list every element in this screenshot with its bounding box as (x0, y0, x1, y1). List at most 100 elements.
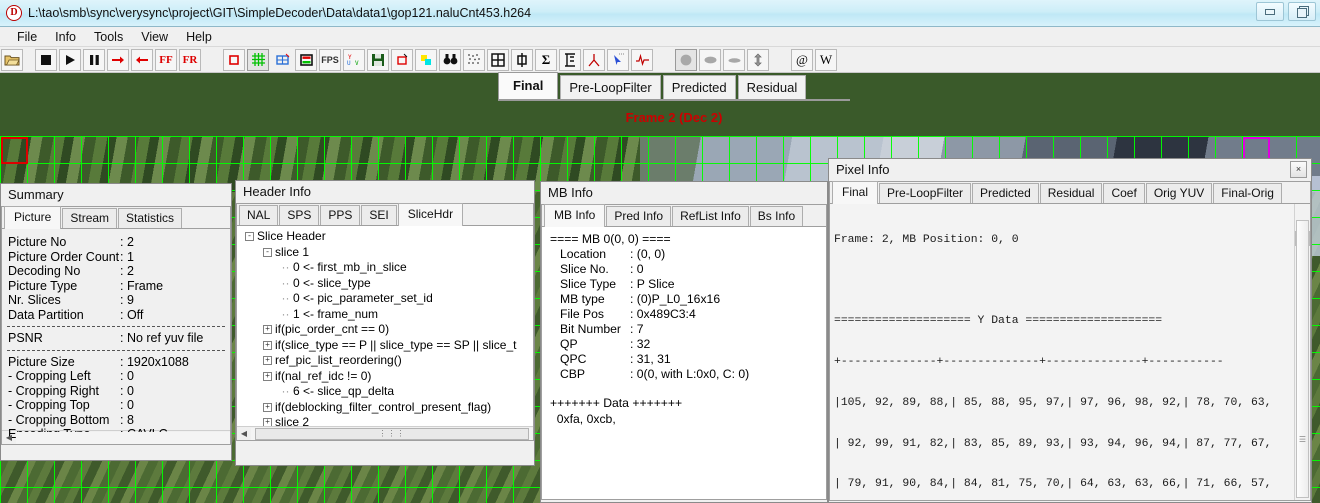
grid-table-icon[interactable] (487, 48, 509, 71)
pixel-info-content[interactable]: Frame: 2, MB Position: 0, 0 ============… (830, 204, 1310, 500)
tab-predicted[interactable]: Predicted (972, 183, 1039, 203)
tab-sps[interactable]: SPS (279, 205, 320, 225)
scroll-track[interactable]: ⋮⋮⋮ (251, 427, 533, 440)
selected-macroblock[interactable] (1, 137, 28, 164)
tree-node[interactable]: + if(nal_ref_idc != 0) (241, 369, 533, 385)
pointer-icon[interactable] (607, 48, 629, 71)
noise-dots-icon[interactable] (463, 48, 485, 71)
waveform-icon[interactable] (631, 48, 653, 71)
fast-reverse-icon[interactable]: FR (179, 48, 201, 71)
tab-pre-loopfilter[interactable]: Pre-LoopFilter (879, 183, 972, 203)
tree-expander-icon[interactable]: + (263, 402, 272, 412)
menu-item-file[interactable]: File (8, 29, 46, 45)
tab-statistics[interactable]: Statistics (118, 208, 183, 228)
restore-button[interactable] (1288, 2, 1316, 21)
tree-node[interactable]: + if(deblocking_filter_control_present_fl… (241, 400, 533, 416)
partition-icon[interactable] (271, 49, 293, 71)
matrix-icon[interactable] (559, 48, 581, 71)
tree-node[interactable]: ·· 0 <- slice_type (241, 276, 533, 292)
view-tab-pre-loopfilter[interactable]: Pre-LoopFilter (560, 75, 661, 99)
tab-final[interactable]: Final (832, 181, 879, 204)
slice-header-tree[interactable]: - Slice Header - slice 1 ·· 0 <- first_mb_i… (237, 226, 533, 426)
binoculars-icon[interactable] (439, 48, 461, 71)
w-icon[interactable]: W (815, 48, 837, 71)
scroll-thumb[interactable] (1296, 220, 1309, 498)
pixel-info-vscrollbar[interactable]: ▲ ☰ (1294, 204, 1310, 500)
tree-expander-icon[interactable]: + (263, 325, 272, 335)
tree-node[interactable]: - Slice Header (241, 229, 533, 245)
tree-expander-icon[interactable]: + (263, 418, 272, 426)
crop-icon[interactable] (391, 48, 413, 71)
tab-pps[interactable]: PPS (320, 205, 361, 225)
tree-expander-icon[interactable]: + (263, 340, 272, 350)
step-forward-icon[interactable] (107, 48, 129, 71)
view-tab-residual[interactable]: Residual (737, 75, 807, 99)
tree-expander-icon[interactable]: + (263, 356, 272, 366)
at-icon[interactable]: @ (791, 48, 813, 71)
tab-slicehdr[interactable]: SliceHdr (397, 203, 464, 226)
pixel-info-panel-body: Final Pre-LoopFilter Predicted Residual … (829, 181, 1311, 501)
tree-node[interactable]: ·· 1 <- frame_num (241, 307, 533, 323)
minimize-button[interactable] (1256, 2, 1284, 21)
tab-pred-info[interactable]: Pred Info (606, 206, 672, 226)
play-icon[interactable] (59, 48, 81, 71)
close-icon[interactable]: × (1290, 161, 1307, 178)
view-tab-final[interactable]: Final (498, 72, 559, 99)
tree-node[interactable]: + ref_pic_list_reordering() (241, 353, 533, 369)
circle-icon[interactable] (675, 48, 697, 71)
scroll-left-icon[interactable]: ◀ (237, 428, 251, 440)
view-tab-predicted[interactable]: Predicted (662, 75, 736, 99)
tab-bs-info[interactable]: Bs Info (749, 206, 804, 226)
menu-item-help[interactable]: Help (177, 29, 221, 45)
tab-nal[interactable]: NAL (239, 205, 279, 225)
zhong-icon[interactable] (511, 48, 533, 71)
step-backward-icon[interactable] (131, 48, 153, 71)
scroll-thumb[interactable]: ⋮⋮⋮ (255, 427, 529, 440)
menu-item-tools[interactable]: Tools (85, 29, 132, 45)
tab-sei[interactable]: SEI (361, 205, 397, 225)
tree-expander-icon[interactable]: + (263, 371, 272, 381)
tab-coef[interactable]: Coef (1103, 183, 1145, 203)
tab-residual[interactable]: Residual (1039, 183, 1103, 203)
save-icon[interactable] (367, 48, 389, 71)
slice-icon[interactable] (295, 48, 317, 71)
tree-expander-icon[interactable]: - (245, 232, 254, 242)
tree-node[interactable]: - slice 1 (241, 245, 533, 261)
stop-icon[interactable] (35, 48, 57, 71)
pause-icon[interactable] (83, 48, 105, 71)
header-info-hscrollbar[interactable]: ◀ ⋮⋮⋮ (237, 426, 533, 440)
flat-ellipse-icon[interactable] (723, 48, 745, 71)
mb-border-icon[interactable] (223, 48, 245, 71)
tree-node[interactable]: ·· 0 <- first_mb_in_slice (241, 260, 533, 276)
scroll-left-icon[interactable]: ◀ (2, 432, 16, 444)
tree-expander-icon[interactable]: - (263, 247, 272, 257)
menu-item-info[interactable]: Info (46, 29, 85, 45)
motion-vector-icon[interactable] (583, 48, 605, 71)
fast-forward-icon[interactable]: FF (155, 48, 177, 71)
tab-final-orig[interactable]: Final-Orig (1213, 183, 1282, 203)
tree-node[interactable]: ·· 6 <- slice_qp_delta (241, 384, 533, 400)
sigma-icon[interactable]: Σ (535, 48, 557, 71)
tab-reflist-info[interactable]: RefList Info (672, 206, 749, 226)
color-icon[interactable] (415, 48, 437, 71)
updown-arrow-icon[interactable] (747, 48, 769, 71)
tab-mb-info[interactable]: MB Info (544, 204, 606, 227)
window-controls (1256, 2, 1316, 21)
ellipse-icon[interactable] (699, 48, 721, 71)
tree-node[interactable]: + if(pic_order_cnt == 0) (241, 322, 533, 338)
tab-orig-yuv[interactable]: Orig YUV (1145, 183, 1213, 203)
fps-icon[interactable]: FPS (319, 48, 341, 71)
mb-grid-icon[interactable] (247, 48, 269, 71)
yuv-icon[interactable]: YUV (343, 48, 365, 71)
scroll-track[interactable] (16, 431, 230, 444)
window-title: L:\tao\smb\sync\verysync\project\GIT\Sim… (28, 6, 532, 20)
summary-hscrollbar[interactable]: ◀ (2, 430, 230, 444)
menu-item-view[interactable]: View (132, 29, 177, 45)
tab-picture[interactable]: Picture (4, 206, 62, 229)
open-file-icon[interactable] (1, 48, 23, 71)
tree-node[interactable]: + slice 2 (241, 415, 533, 426)
tree-node[interactable]: ·· 0 <- pic_parameter_set_id (241, 291, 533, 307)
tree-node[interactable]: + if(slice_type == P || slice_type == SP … (241, 338, 533, 354)
tab-stream[interactable]: Stream (62, 208, 118, 228)
mb-row: QPC: 31, 31 (548, 352, 826, 367)
